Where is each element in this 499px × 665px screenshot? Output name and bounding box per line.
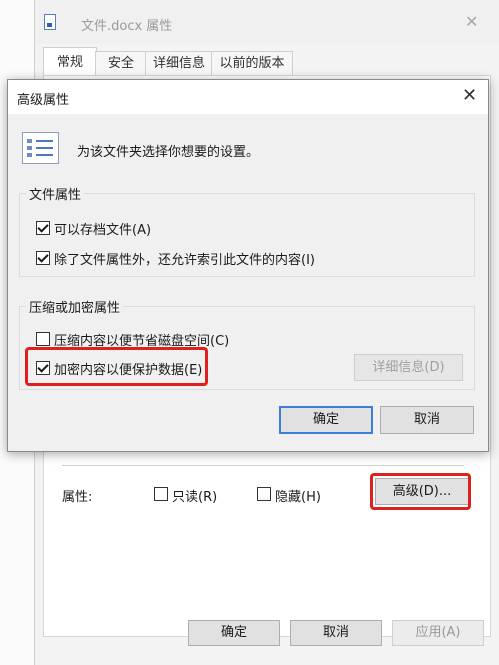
tab-previous-versions[interactable]: 以前的版本 <box>211 51 293 76</box>
settings-list-icon <box>22 132 59 164</box>
encrypt-option-highlight <box>25 347 208 386</box>
properties-ok-button[interactable]: 确定 <box>188 620 280 646</box>
advanced-titlebar: 高级属性 ✕ <box>8 80 488 114</box>
readonly-label[interactable]: 只读(R) <box>172 486 217 505</box>
hidden-label[interactable]: 隐藏(H) <box>275 486 321 505</box>
archive-checkbox[interactable] <box>36 221 50 235</box>
properties-window-title: 文件.docx 属性 <box>81 19 173 34</box>
advanced-description: 为该文件夹选择你想要的设置。 <box>77 145 260 160</box>
advanced-ok-button[interactable]: 确定 <box>279 406 373 434</box>
attributes-separator <box>62 465 464 466</box>
advanced-cancel-button[interactable]: 取消 <box>380 406 474 434</box>
details-button[interactable]: 详细信息(D) <box>354 354 463 381</box>
properties-cancel-button[interactable]: 取消 <box>290 620 382 646</box>
readonly-checkbox[interactable] <box>154 487 168 501</box>
archive-label[interactable]: 可以存档文件(A) <box>54 219 151 238</box>
properties-apply-button[interactable]: 应用(A) <box>392 620 484 646</box>
advanced-button-highlight <box>370 473 471 510</box>
index-checkbox[interactable] <box>36 251 50 265</box>
hidden-checkbox[interactable] <box>257 487 271 501</box>
tab-details[interactable]: 详细信息 <box>145 51 213 76</box>
properties-close-icon[interactable]: ✕ <box>465 12 478 31</box>
document-icon <box>44 14 56 30</box>
advanced-attributes-dialog: 高级属性 ✕ 为该文件夹选择你想要的设置。 文件属性 可以存档文件(A) 除了文… <box>7 79 489 452</box>
compress-checkbox[interactable] <box>36 332 50 346</box>
tab-security[interactable]: 安全 <box>95 51 147 76</box>
attributes-label: 属性: <box>62 490 93 505</box>
advanced-close-icon[interactable]: ✕ <box>462 85 477 106</box>
file-attributes-title: 文件属性 <box>26 184 85 203</box>
compress-encrypt-title: 压缩或加密属性 <box>26 297 124 316</box>
index-label[interactable]: 除了文件属性外，还允许索引此文件的内容(I) <box>54 249 315 268</box>
tab-general[interactable]: 常规 <box>43 47 97 77</box>
advanced-dialog-title: 高级属性 <box>17 93 70 108</box>
properties-titlebar: 文件.docx 属性 ✕ <box>35 0 499 44</box>
